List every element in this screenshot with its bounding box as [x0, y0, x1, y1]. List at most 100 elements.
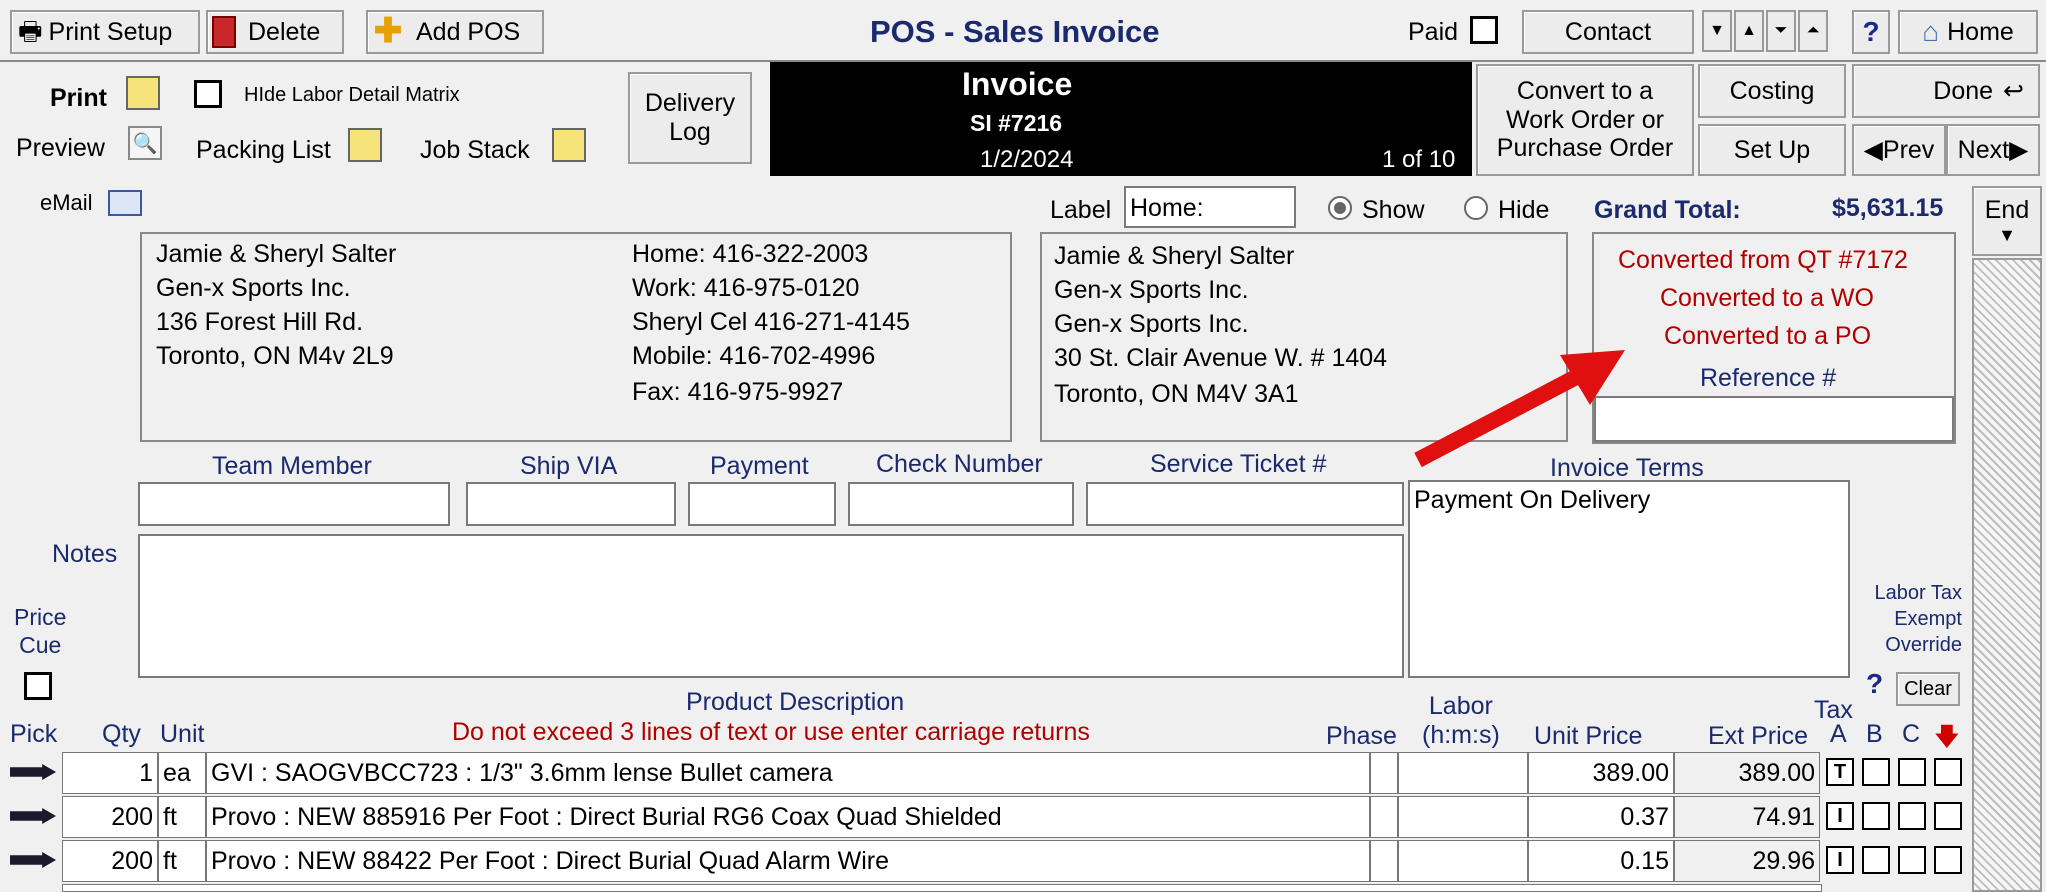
first-record-button[interactable]: ⏷: [1766, 10, 1796, 52]
qty-cell[interactable]: 200: [62, 840, 158, 882]
description-cell[interactable]: GVI : SAOGVBCC723 : 1/3" 3.6mm lense Bul…: [206, 752, 1370, 794]
description-cell[interactable]: Provo : NEW 885916 Per Foot : Direct Bur…: [206, 796, 1370, 838]
contact-button[interactable]: Contact: [1522, 10, 1694, 54]
packing-list-label: Packing List: [196, 136, 331, 164]
unit-price-cell[interactable]: 0.37: [1528, 796, 1674, 838]
red-arrow-annotation: [1414, 350, 1625, 468]
phase-cell[interactable]: [1370, 840, 1398, 882]
grand-total-value: $5,631.15: [1832, 194, 1944, 222]
vertical-scrollbar[interactable]: [1972, 258, 2042, 892]
paid-checkbox[interactable]: [1470, 16, 1498, 44]
show-radio[interactable]: [1328, 196, 1352, 220]
ext-price-cell: 389.00: [1674, 752, 1820, 794]
tax-b-box[interactable]: [1862, 802, 1890, 830]
price-cue-checkbox[interactable]: [24, 672, 52, 700]
tax-c-box[interactable]: [1898, 846, 1926, 874]
tax-b-box[interactable]: [1862, 846, 1890, 874]
last-record-button[interactable]: ▼: [1702, 10, 1732, 52]
ship-to-line: Jamie & Sheryl Salter: [1054, 242, 1295, 270]
print-setup-button[interactable]: 🖶 Print Setup: [10, 10, 200, 54]
check-number-input[interactable]: [848, 482, 1074, 526]
unit-cell[interactable]: ea: [158, 752, 206, 794]
grand-total-label: Grand Total:: [1594, 196, 1741, 224]
col-unit-price: Unit Price: [1534, 722, 1643, 750]
ship-to-line: Gen-x Sports Inc.: [1054, 276, 1249, 304]
ship-to-line: Toronto, ON M4V 3A1: [1054, 380, 1299, 408]
magnifier-icon[interactable]: 🔍: [128, 126, 162, 160]
next-record-button[interactable]: ▲: [1734, 10, 1764, 52]
conversion-line: Converted from QT #7172: [1618, 246, 1908, 274]
invoice-terms-input[interactable]: Payment On Delivery: [1408, 480, 1850, 678]
unit-cell[interactable]: ft: [158, 796, 206, 838]
tax-c-box[interactable]: [1898, 802, 1926, 830]
pick-arrow-icon[interactable]: [10, 808, 56, 824]
print-document-icon[interactable]: [126, 76, 160, 110]
end-button[interactable]: End ▼: [1972, 186, 2042, 256]
pick-arrow-icon[interactable]: [10, 764, 56, 780]
phase-cell[interactable]: [1370, 752, 1398, 794]
labor-tax-label: Labor Tax Exempt Override: [1874, 582, 1962, 656]
add-pos-button[interactable]: ✚ Add POS: [366, 10, 544, 54]
delivery-log-button[interactable]: Delivery Log: [628, 72, 752, 164]
team-member-input[interactable]: [138, 482, 450, 526]
help-icon[interactable]: ?: [1866, 668, 1883, 700]
hide-radio[interactable]: [1464, 196, 1488, 220]
print-label: Print: [50, 84, 107, 112]
job-stack-label: Job Stack: [420, 136, 530, 164]
hide-labor-checkbox[interactable]: [194, 80, 222, 108]
help-button[interactable]: ?: [1852, 10, 1890, 54]
tax-b-box[interactable]: [1862, 758, 1890, 786]
pick-arrow-icon[interactable]: [10, 852, 56, 868]
qty-cell[interactable]: 200: [62, 796, 158, 838]
paid-label: Paid: [1408, 18, 1459, 46]
email-icon[interactable]: [108, 190, 142, 216]
tax-c-box[interactable]: [1898, 758, 1926, 786]
labor-cell[interactable]: [1398, 752, 1528, 794]
tax-a-box[interactable]: I: [1826, 802, 1854, 830]
tax-a-box[interactable]: I: [1826, 846, 1854, 874]
description-warning: Do not exceed 3 lines of text or use ent…: [452, 718, 1090, 746]
description-cell[interactable]: Provo : NEW 88422 Per Foot : Direct Buri…: [206, 840, 1370, 882]
unit-price-cell[interactable]: 389.00: [1528, 752, 1674, 794]
payment-label: Payment: [710, 452, 809, 480]
prev-button[interactable]: ◀ Prev: [1852, 124, 1946, 176]
row-select-checkbox[interactable]: [1934, 758, 1962, 786]
phase-cell[interactable]: [1370, 796, 1398, 838]
label-input[interactable]: Home:: [1124, 186, 1296, 228]
qty-cell[interactable]: 1: [62, 752, 158, 794]
plus-icon: ✚: [373, 12, 403, 50]
unit-cell[interactable]: ft: [158, 840, 206, 882]
label-text: Label: [1050, 196, 1112, 224]
ship-via-input[interactable]: [466, 482, 676, 526]
convert-button[interactable]: Convert to a Work Order or Purchase Orde…: [1476, 64, 1694, 176]
next-button[interactable]: Next ▶: [1946, 124, 2040, 176]
top-record-button[interactable]: ⏶: [1798, 10, 1828, 52]
printer-icon: 🖶: [18, 16, 43, 47]
labor-cell[interactable]: [1398, 796, 1528, 838]
clear-button[interactable]: Clear: [1896, 672, 1960, 706]
home-button[interactable]: ⌂ Home: [1898, 10, 2038, 54]
row-select-checkbox[interactable]: [1934, 802, 1962, 830]
col-labor: Labor (h:m:s): [1422, 692, 1500, 749]
unit-price-cell[interactable]: 0.15: [1528, 840, 1674, 882]
bill-to-line: Toronto, ON M4v 2L9: [156, 342, 394, 370]
check-number-label: Check Number: [876, 450, 1043, 478]
costing-button[interactable]: Costing: [1698, 64, 1846, 118]
labor-cell[interactable]: [1398, 840, 1528, 882]
packing-list-icon[interactable]: [348, 128, 382, 162]
payment-input[interactable]: [688, 482, 836, 526]
invoice-number: SI #7216: [970, 110, 1063, 136]
notes-input[interactable]: [138, 534, 1404, 678]
row-select-checkbox[interactable]: [1934, 846, 1962, 874]
bill-to-line: Gen-x Sports Inc.: [156, 274, 351, 302]
done-button[interactable]: Done ↩: [1852, 64, 2040, 118]
service-ticket-input[interactable]: [1086, 482, 1404, 526]
setup-button[interactable]: Set Up: [1698, 124, 1846, 176]
return-icon: ↩: [2003, 76, 2024, 105]
tax-a-box[interactable]: T: [1826, 758, 1854, 786]
job-stack-icon[interactable]: [552, 128, 586, 162]
invoice-header: [770, 62, 1472, 176]
reference-input[interactable]: [1594, 396, 1954, 442]
table-row: 200 ft Provo : NEW 88422 Per Foot : Dire…: [0, 840, 1962, 882]
delete-button[interactable]: Delete: [206, 10, 344, 54]
